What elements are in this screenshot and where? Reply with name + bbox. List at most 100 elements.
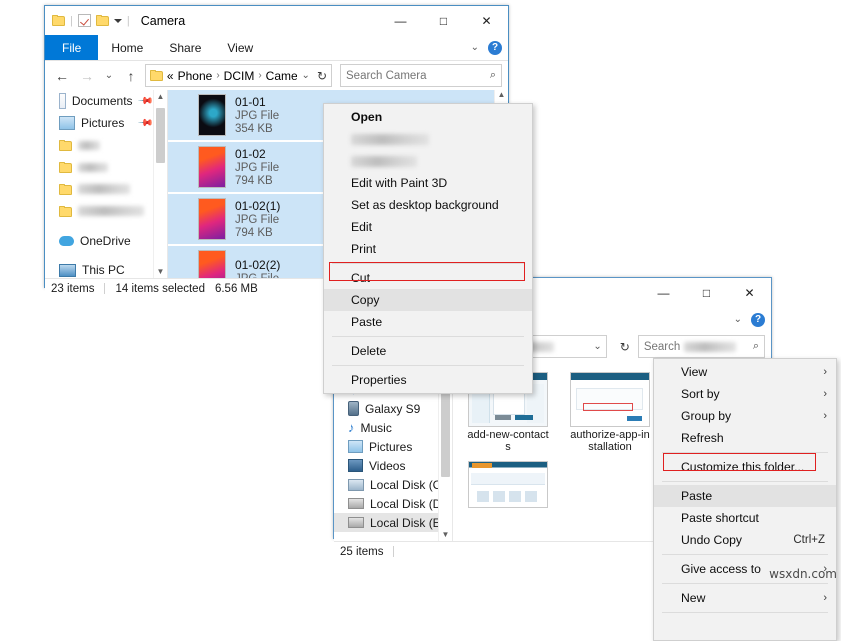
context-menu-file[interactable]: Open Edit with Paint 3D Set as desktop b…	[323, 103, 533, 394]
context-menu-folder-background[interactable]: View › Sort by › Group by › Refresh Cust…	[653, 358, 837, 641]
window1-titlebar[interactable]: | | Camera — □ ✕	[45, 6, 508, 35]
window1-controls[interactable]: — □ ✕	[379, 6, 508, 35]
sidebar-item-onedrive[interactable]: OneDrive	[45, 230, 167, 252]
window2-controls[interactable]: — □ ✕	[642, 278, 771, 307]
chevron-down-icon[interactable]: ⌄	[734, 314, 742, 325]
scrollbar-thumb[interactable]	[156, 108, 165, 163]
menu-item-properties[interactable]	[654, 616, 836, 638]
menu-item-redacted-1[interactable]	[324, 128, 532, 150]
new-folder-icon[interactable]	[95, 15, 109, 26]
menu-item-redacted-2[interactable]	[324, 150, 532, 172]
sidebar-item-videos[interactable]: Videos	[334, 456, 452, 475]
sidebar-item-local-disk-d[interactable]: Local Disk (D:)	[334, 494, 452, 513]
breadcrumb-item-phone[interactable]: Phone	[178, 69, 213, 83]
menu-item-paste[interactable]: Paste	[324, 311, 532, 333]
sidebar-item-local-disk-e[interactable]: Local Disk (E:)	[334, 513, 452, 532]
address-dropdown-icon[interactable]: ⌄	[593, 341, 601, 352]
menu-item-paste[interactable]: Paste	[654, 485, 836, 507]
menu-item-edit[interactable]: Edit	[324, 216, 532, 238]
sidebar-item-documents[interactable]: Documents 📌	[45, 90, 167, 112]
scroll-down-icon[interactable]: ▼	[154, 265, 167, 278]
maximize-button[interactable]: □	[422, 6, 465, 35]
sidebar-item-music[interactable]: ♪ Music	[334, 418, 452, 437]
sidebar-item-pictures[interactable]: Pictures 📌	[45, 112, 167, 134]
minimize-button[interactable]: —	[379, 6, 422, 35]
recent-locations-icon[interactable]: ⌄	[101, 65, 117, 87]
sidebar-item-blurred-2[interactable]	[45, 156, 167, 178]
submenu-arrow-icon: ›	[823, 592, 827, 604]
menu-item-set-as-desktop-background[interactable]: Set as desktop background	[324, 194, 532, 216]
menu-item-print[interactable]: Print	[324, 238, 532, 260]
sidebar-item-galaxy-s9[interactable]: Galaxy S9	[334, 399, 452, 418]
scroll-up-icon[interactable]: ▲	[154, 90, 167, 103]
address-bar-actions[interactable]: ⌄	[593, 341, 601, 352]
pictures-icon	[59, 116, 75, 130]
sidebar-scrollbar[interactable]: ▲ ▼	[153, 90, 167, 278]
tab-file[interactable]: File	[45, 35, 99, 60]
menu-item-new[interactable]: New ›	[654, 587, 836, 609]
breadcrumb-item-camera[interactable]: Camera	[266, 69, 297, 83]
refresh-icon[interactable]: ↻	[620, 340, 630, 354]
window1-navigation-bar[interactable]: ← → ⌄ ↑ « Phone › DCIM › Camera ⌄ ↻ Sear…	[45, 61, 508, 90]
pin-icon[interactable]: 📌	[136, 115, 153, 132]
window1-navigation-pane[interactable]: Documents 📌 Pictures 📌 OneDrive This PC …	[45, 90, 168, 278]
pin-icon[interactable]: 📌	[136, 93, 153, 110]
menu-item-cut[interactable]: Cut	[324, 267, 532, 289]
menu-item-edit-with-paint-3d[interactable]: Edit with Paint 3D	[324, 172, 532, 194]
menu-item-delete[interactable]: Delete	[324, 340, 532, 362]
file-meta: 01-02(2) JPG File	[235, 258, 280, 279]
minimize-button[interactable]: —	[642, 278, 685, 307]
menu-item-sort-by[interactable]: Sort by ›	[654, 383, 836, 405]
address-bar-actions[interactable]: ⌄ ↻	[302, 69, 327, 83]
close-button[interactable]: ✕	[465, 6, 508, 35]
sidebar-item-blurred-1[interactable]	[45, 134, 167, 156]
menu-item-group-by[interactable]: Group by ›	[654, 405, 836, 427]
menu-item-label-redacted	[351, 133, 429, 145]
properties-check-icon[interactable]	[77, 14, 91, 27]
tab-home[interactable]: Home	[98, 35, 156, 60]
menu-item-open[interactable]: Open	[324, 106, 532, 128]
back-button[interactable]: ←	[51, 65, 73, 87]
menu-item-customize-this-folder[interactable]: Customize this folder...	[654, 456, 836, 478]
menu-item-refresh[interactable]: Refresh	[654, 427, 836, 449]
help-icon[interactable]: ?	[488, 40, 502, 55]
breadcrumb-item-dcim[interactable]: DCIM	[224, 69, 255, 83]
sidebar-item-local-disk-c[interactable]: Local Disk (C:)	[334, 475, 452, 494]
up-button[interactable]: ↑	[120, 65, 142, 87]
menu-item-properties[interactable]: Properties	[324, 369, 532, 391]
window2-ribbon-right[interactable]: ⌄ ?	[734, 307, 765, 332]
help-icon[interactable]: ?	[751, 312, 765, 327]
menu-item-copy[interactable]: Copy	[324, 289, 532, 311]
quick-access-toolbar[interactable]: | | Camera	[45, 14, 185, 28]
address-bar[interactable]: « Phone › DCIM › Camera ⌄ ↻	[145, 64, 332, 87]
search-input[interactable]: Search ⌕	[637, 335, 765, 358]
search-input[interactable]: Search Camera ⌕	[340, 64, 502, 87]
sidebar-item-pictures[interactable]: Pictures	[334, 437, 452, 456]
search-label: Search	[643, 340, 681, 353]
sidebar-item-this-pc[interactable]: This PC	[45, 259, 167, 281]
grid-item[interactable]: authorize-app-installation	[569, 372, 651, 453]
breadcrumb[interactable]: « Phone › DCIM › Camera	[167, 69, 297, 83]
chevron-down-icon[interactable]: ⌄	[471, 42, 479, 53]
menu-item-view[interactable]: View ›	[654, 361, 836, 383]
refresh-icon[interactable]: ↻	[317, 69, 327, 83]
menu-item-paste-shortcut[interactable]: Paste shortcut	[654, 507, 836, 529]
customize-dropdown-icon[interactable]	[113, 18, 122, 23]
maximize-button[interactable]: □	[685, 278, 728, 307]
address-dropdown-icon[interactable]: ⌄	[302, 70, 310, 81]
breadcrumb-overflow[interactable]: «	[167, 69, 174, 83]
sidebar-item-blurred-4[interactable]	[45, 200, 167, 222]
window1-ribbon-right[interactable]: ⌄ ?	[471, 35, 502, 60]
scroll-up-icon[interactable]: ▲	[495, 90, 508, 103]
tab-view[interactable]: View	[214, 35, 266, 60]
window1-ribbon-tabs[interactable]: File Home Share View ⌄ ?	[45, 35, 508, 61]
forward-button[interactable]: →	[76, 65, 98, 87]
grid-item[interactable]	[467, 461, 549, 508]
tab-share[interactable]: Share	[156, 35, 214, 60]
sidebar-item-blurred-3[interactable]	[45, 178, 167, 200]
close-button[interactable]: ✕	[728, 278, 771, 307]
scroll-down-icon[interactable]: ▼	[439, 528, 452, 541]
submenu-arrow-icon: ›	[823, 366, 827, 378]
sidebar-item-label: Documents	[71, 94, 133, 108]
menu-item-undo-copy[interactable]: Undo Copy Ctrl+Z	[654, 529, 836, 551]
